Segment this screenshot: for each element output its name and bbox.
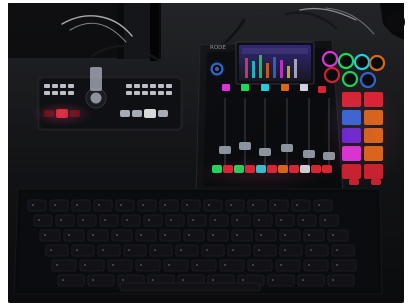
desk-photo: RODE (0, 0, 409, 306)
vignette (8, 3, 404, 303)
photo-area: RODE (8, 3, 405, 303)
